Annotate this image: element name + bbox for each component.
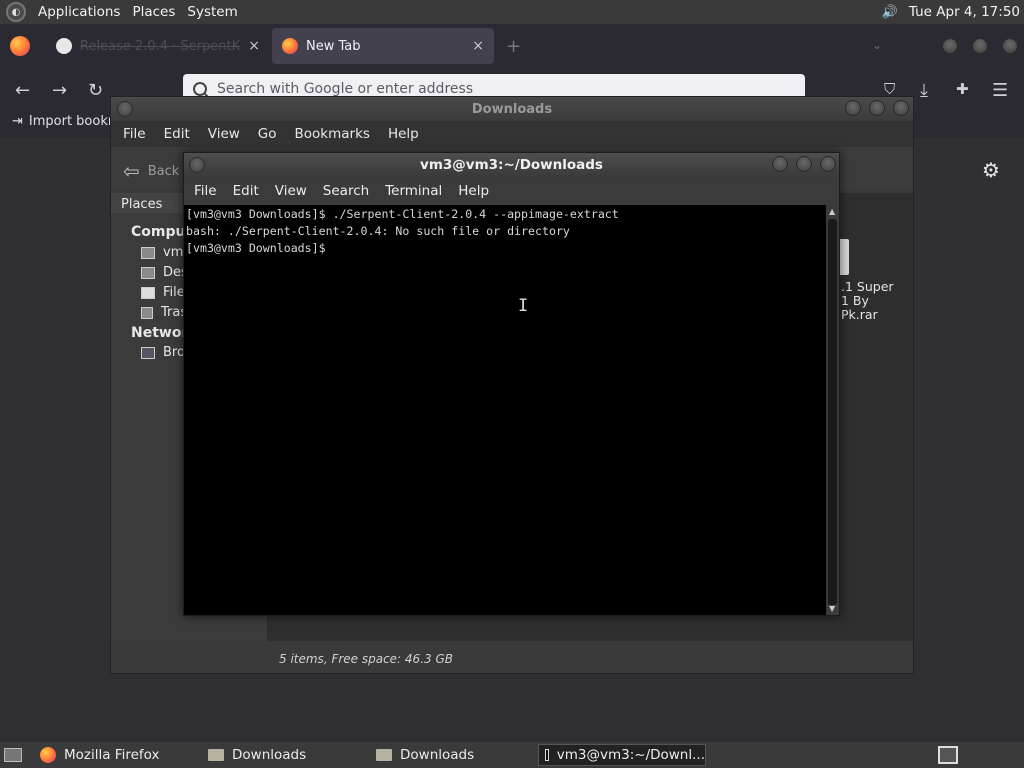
- reload-icon[interactable]: ↻: [88, 80, 103, 101]
- import-bookmarks-label: Import bookm: [28, 114, 121, 129]
- terminal-output[interactable]: [vm3@vm3 Downloads]$ ./Serpent-Client-2.…: [184, 205, 826, 615]
- top-panel: ◐ Applications Places System 🔊 Tue Apr 4…: [0, 0, 1024, 24]
- maximize-button[interactable]: [869, 100, 885, 116]
- network-icon: [141, 346, 155, 359]
- menu-file[interactable]: File: [194, 183, 217, 199]
- taskbar-item-label: Downloads: [400, 747, 475, 763]
- menu-edit[interactable]: Edit: [233, 183, 259, 199]
- taskbar-item-terminal[interactable]: vm3@vm3:~/Downl...: [538, 744, 706, 766]
- tab-label: Release 2.0.4 · SerpentK: [80, 38, 241, 54]
- menu-view[interactable]: View: [275, 183, 307, 199]
- menu-search[interactable]: Search: [323, 183, 369, 199]
- terminal-menubar: File Edit View Search Terminal Help: [184, 177, 839, 205]
- minimize-button[interactable]: [772, 156, 788, 172]
- window-title: vm3@vm3:~/Downloads: [420, 157, 603, 173]
- workspace-switcher[interactable]: [938, 746, 958, 764]
- places-menu[interactable]: Places: [132, 4, 175, 20]
- terminal-icon: [545, 749, 549, 761]
- gear-icon[interactable]: ⚙: [982, 158, 1000, 182]
- window-title-bar[interactable]: Downloads: [111, 97, 913, 121]
- firefox-window-controls: [942, 38, 1018, 54]
- close-button[interactable]: [893, 100, 909, 116]
- terminal-line: [vm3@vm3 Downloads]$ ./Serpent-Client-2.…: [186, 207, 619, 221]
- scroll-down-icon[interactable]: ▼: [829, 604, 835, 613]
- menu-terminal[interactable]: Terminal: [385, 183, 442, 199]
- chevron-down-icon[interactable]: ⌄: [872, 38, 882, 52]
- tab-new-tab[interactable]: New Tab ×: [272, 28, 494, 64]
- filesystem-icon: [141, 286, 155, 299]
- tab-release[interactable]: Release 2.0.4 · SerpentK ×: [46, 28, 270, 64]
- scroll-up-icon[interactable]: ▲: [829, 207, 835, 216]
- status-text: 5 items, Free space: 46.3 GB: [279, 652, 453, 666]
- workspace-switcher-area[interactable]: [962, 746, 1020, 764]
- places-selector[interactable]: Places: [121, 197, 162, 212]
- scrollbar-thumb[interactable]: [828, 219, 837, 605]
- file-manager-menubar: File Edit View Go Bookmarks Help: [111, 121, 913, 147]
- firefox-icon: [282, 38, 298, 54]
- minimize-button[interactable]: [942, 38, 958, 54]
- gnome-foot-icon[interactable]: ◐: [6, 2, 26, 22]
- volume-icon[interactable]: 🔊: [881, 4, 899, 20]
- menu-edit[interactable]: Edit: [164, 126, 190, 142]
- back-button[interactable]: ⇦ Back: [123, 159, 179, 183]
- tab-label: New Tab: [306, 38, 361, 54]
- hamburger-menu-icon[interactable]: ☰: [992, 80, 1008, 101]
- menu-help[interactable]: Help: [388, 126, 419, 142]
- folder-icon: [208, 749, 224, 761]
- taskbar-item-downloads-2[interactable]: Downloads: [370, 744, 534, 766]
- window-title: Downloads: [471, 101, 553, 117]
- window-title-bar[interactable]: vm3@vm3:~/Downloads: [184, 153, 839, 177]
- menu-help[interactable]: Help: [458, 183, 489, 199]
- close-icon[interactable]: ×: [248, 38, 260, 54]
- firefox-icon: [40, 747, 56, 763]
- text-cursor-icon: I: [518, 296, 529, 316]
- show-desktop-icon[interactable]: [4, 748, 22, 762]
- menu-bookmarks[interactable]: Bookmarks: [295, 126, 370, 142]
- desktop-folder-icon: [141, 266, 155, 279]
- file-manager-window-controls: [845, 100, 909, 116]
- new-tab-button[interactable]: +: [506, 36, 521, 57]
- close-button[interactable]: [820, 156, 836, 172]
- menu-file[interactable]: File: [123, 126, 146, 142]
- terminal-prompt-line: [vm3@vm3 Downloads]$: [186, 241, 333, 255]
- status-bar: 5 items, Free space: 46.3 GB: [267, 645, 913, 673]
- github-icon: [56, 38, 72, 54]
- file-label[interactable]: .1 Super 1 By Pk.rar: [841, 280, 894, 322]
- taskbar-item-label: Downloads: [232, 747, 307, 763]
- forward-arrow-icon[interactable]: →: [52, 80, 67, 101]
- maximize-button[interactable]: [972, 38, 988, 54]
- close-icon[interactable]: ×: [472, 38, 484, 54]
- maximize-button[interactable]: [796, 156, 812, 172]
- panel-tray: 🔊 Tue Apr 4, 17:50: [881, 0, 1020, 24]
- url-placeholder: Search with Google or enter address: [217, 81, 474, 97]
- minimize-button[interactable]: [845, 100, 861, 116]
- system-menu[interactable]: System: [187, 4, 237, 20]
- clock[interactable]: Tue Apr 4, 17:50: [909, 4, 1020, 20]
- downloads-icon[interactable]: ⤓: [920, 80, 928, 101]
- terminal-window: vm3@vm3:~/Downloads File Edit View Searc…: [183, 152, 840, 616]
- extensions-icon[interactable]: ✚: [956, 80, 969, 98]
- close-button[interactable]: [1002, 38, 1018, 54]
- terminal-window-controls: [772, 156, 836, 172]
- menu-view[interactable]: View: [208, 126, 240, 142]
- applications-menu[interactable]: Applications: [38, 4, 120, 20]
- terminal-line: bash: ./Serpent-Client-2.0.4: No such fi…: [186, 224, 570, 238]
- search-icon: [193, 82, 207, 96]
- firefox-view-icon[interactable]: [10, 36, 30, 56]
- back-arrow-icon[interactable]: ←: [15, 80, 30, 101]
- taskbar-item-downloads[interactable]: Downloads: [202, 744, 366, 766]
- menu-go[interactable]: Go: [258, 126, 277, 142]
- taskbar-item-label: Mozilla Firefox: [64, 747, 160, 763]
- taskbar-item-firefox[interactable]: Mozilla Firefox: [34, 744, 198, 766]
- window-menu-button[interactable]: [117, 101, 133, 117]
- window-menu-button[interactable]: [189, 157, 205, 173]
- trash-icon: [141, 306, 153, 319]
- folder-icon: [376, 749, 392, 761]
- back-label: Back: [147, 163, 180, 179]
- taskbar-item-label: vm3@vm3:~/Downl...: [556, 747, 705, 763]
- import-bookmarks-button[interactable]: ⇥ Import bookm: [12, 114, 121, 129]
- import-icon: ⇥: [12, 114, 23, 129]
- home-folder-icon: [141, 246, 155, 259]
- back-arrow-icon: ⇦: [123, 159, 140, 183]
